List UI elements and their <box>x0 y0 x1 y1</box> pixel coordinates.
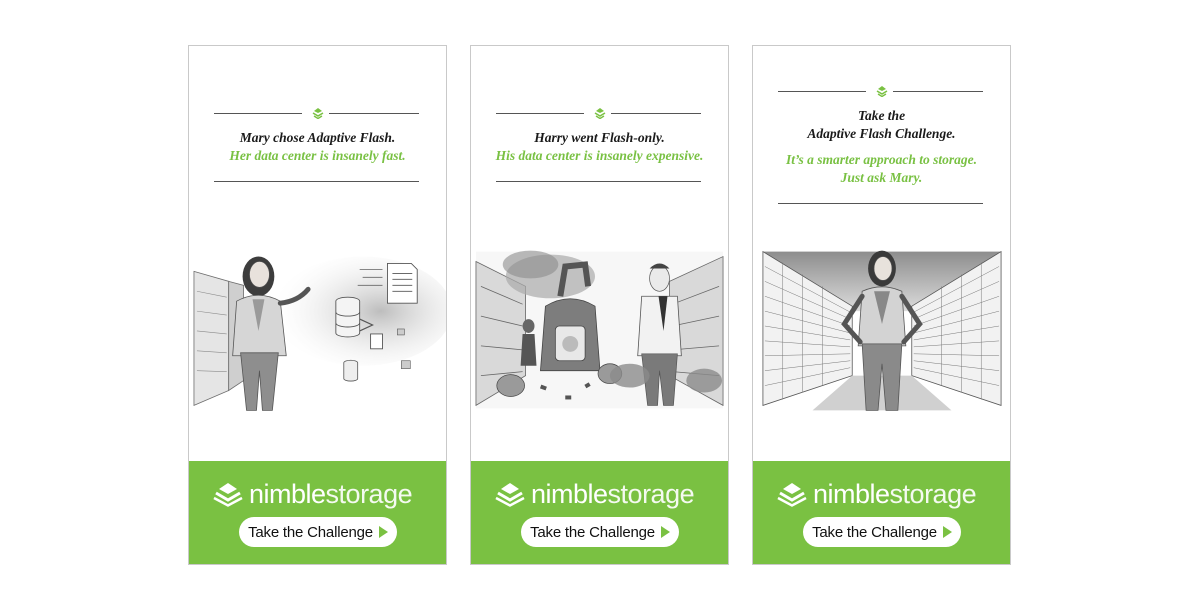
headline-dark-line-2: Adaptive Flash Challenge. <box>807 126 956 141</box>
headline-green-line-1: It’s a smarter approach to storage. <box>785 152 977 167</box>
headline-green: It’s a smarter approach to storage. Just… <box>753 151 1010 187</box>
nimble-storage-logo: nimblestorage <box>493 478 713 510</box>
brand-name-part2: storage <box>889 478 977 509</box>
leaf-mark-icon <box>876 86 888 97</box>
bottom-divider <box>214 181 419 182</box>
headline-green-line: Her data center is insanely fast. <box>229 148 406 163</box>
mary-server-aisle-illustration <box>762 250 1002 411</box>
cta-label: Take the Challenge <box>530 523 655 541</box>
brand-name-part1: nimble <box>531 478 608 509</box>
banner-ad-mary-fast[interactable]: Mary chose Adaptive Flash. Her data cent… <box>188 45 447 565</box>
headline-dark-line: Harry went Flash-only. <box>534 130 665 145</box>
banner-ad-adaptive-flash-challenge[interactable]: Take the Adaptive Flash Challenge. It’s … <box>752 45 1011 565</box>
top-divider-right <box>611 113 701 114</box>
banner-ad-harry-expensive[interactable]: Harry went Flash-only. His data center i… <box>470 45 729 565</box>
top-divider-right <box>893 91 983 92</box>
cta-label: Take the Challenge <box>248 523 373 541</box>
headline-green-line-2: Just ask Mary. <box>840 170 923 185</box>
brand-name-part2: storage <box>325 478 413 509</box>
brand-name-part2: storage <box>607 478 695 509</box>
bottom-divider <box>778 203 983 204</box>
cta-label: Take the Challenge <box>812 523 937 541</box>
nimble-storage-logo: nimblestorage <box>775 478 995 510</box>
mary-data-center-illustration <box>189 241 446 411</box>
take-the-challenge-button[interactable]: Take the Challenge <box>803 517 961 547</box>
top-divider-left <box>496 113 584 114</box>
headline-dark: Take the Adaptive Flash Challenge. <box>753 107 1010 143</box>
take-the-challenge-button[interactable]: Take the Challenge <box>239 517 397 547</box>
headline-dark-line: Mary chose Adaptive Flash. <box>239 130 396 145</box>
nimble-storage-logo: nimblestorage <box>211 478 431 510</box>
brand-footer: nimblestorage Take the Challenge <box>189 461 446 564</box>
play-arrow-icon <box>660 526 670 538</box>
nimble-logo-icon <box>777 483 807 507</box>
take-the-challenge-button[interactable]: Take the Challenge <box>521 517 679 547</box>
headline: Harry went Flash-only. His data center i… <box>471 129 728 165</box>
nimble-logo-icon <box>495 483 525 507</box>
harry-data-center-illustration <box>475 250 724 409</box>
leaf-mark-icon <box>594 108 606 119</box>
play-arrow-icon <box>378 526 388 538</box>
top-divider-left <box>214 113 302 114</box>
headline-green-line: His data center is insanely expensive. <box>495 148 704 163</box>
leaf-mark-icon <box>312 108 324 119</box>
brand-footer: nimblestorage Take the Challenge <box>753 461 1010 564</box>
headline: Mary chose Adaptive Flash. Her data cent… <box>189 129 446 165</box>
top-divider-left <box>778 91 866 92</box>
brand-name-part1: nimble <box>249 478 326 509</box>
headline-dark-line-1: Take the <box>857 108 906 123</box>
brand-name-part1: nimble <box>813 478 890 509</box>
top-divider-right <box>329 113 419 114</box>
bottom-divider <box>496 181 701 182</box>
brand-footer: nimblestorage Take the Challenge <box>471 461 728 564</box>
play-arrow-icon <box>942 526 952 538</box>
nimble-logo-icon <box>213 483 243 507</box>
